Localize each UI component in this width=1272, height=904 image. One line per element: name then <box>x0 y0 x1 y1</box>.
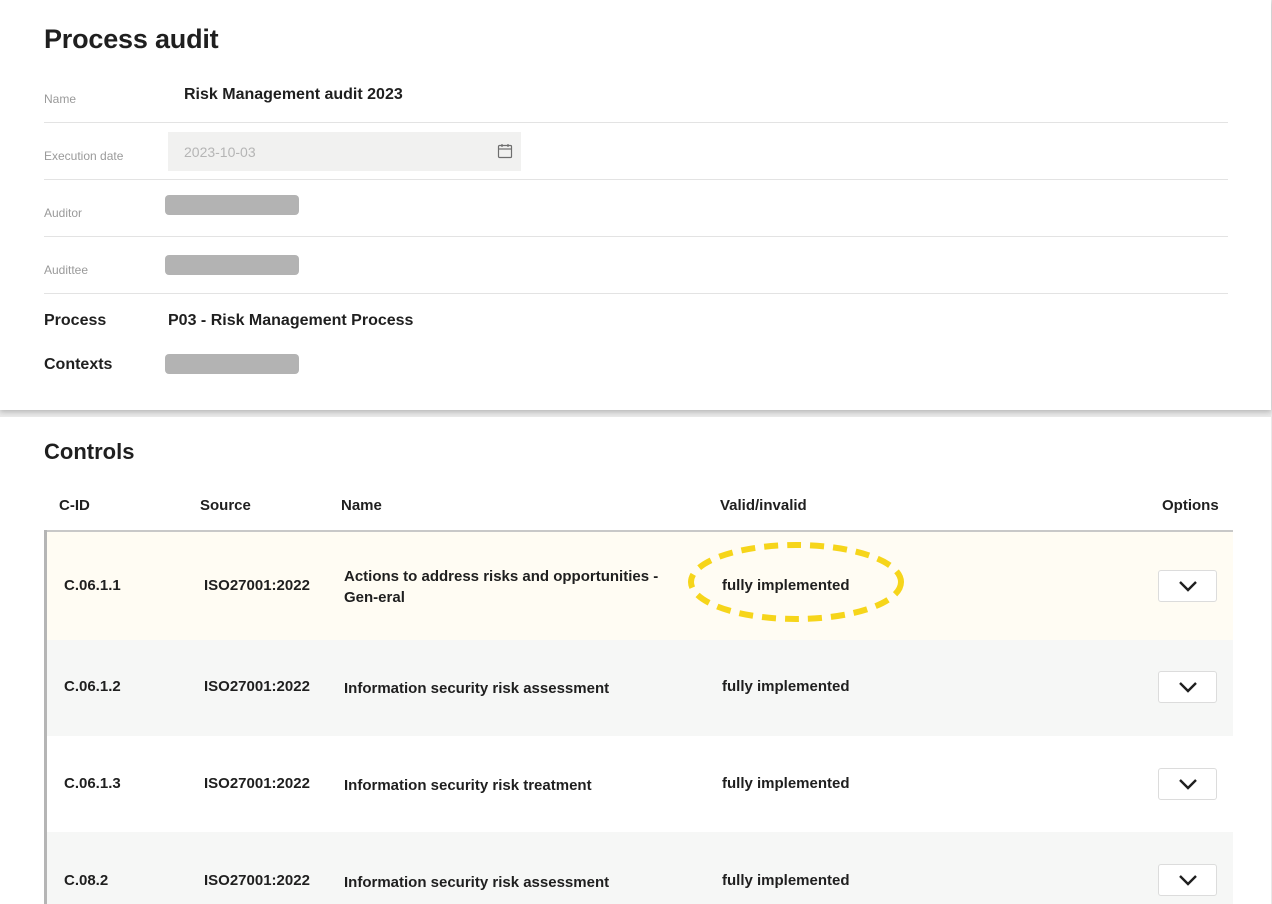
controls-card: Controls C-ID Source Name Valid/invalid … <box>0 417 1271 904</box>
row-source: ISO27001:2022 <box>204 872 310 889</box>
row-valid-status: fully implemented <box>722 872 850 889</box>
field-row-name: Name Risk Management audit 2023 <box>44 66 1228 123</box>
row-source: ISO27001:2022 <box>204 775 310 792</box>
contexts-label: Contexts <box>44 356 113 373</box>
table-left-border <box>44 530 47 904</box>
row-cid: C.08.2 <box>64 872 109 889</box>
row-source: ISO27001:2022 <box>204 678 310 695</box>
row-options-button[interactable] <box>1158 864 1217 896</box>
row-name: Information security risk assessment <box>344 680 610 697</box>
column-header-name: Name <box>341 497 382 514</box>
column-header-options: Options <box>1162 497 1219 514</box>
row-options-button[interactable] <box>1158 671 1217 703</box>
row-name: Actions to address risks and opportuniti… <box>344 568 659 606</box>
chevron-down-icon <box>1179 682 1197 693</box>
process-label: Process <box>44 312 107 329</box>
chevron-down-icon <box>1179 779 1197 790</box>
table-row[interactable]: C.06.1.1 ISO27001:2022 Actions to addres… <box>47 532 1233 640</box>
process-audit-card: Process audit Name Risk Management audit… <box>0 0 1271 410</box>
row-valid-status: fully implemented <box>722 577 850 594</box>
page-title: Process audit <box>44 24 219 54</box>
row-cid: C.06.1.2 <box>64 678 121 695</box>
column-header-valid: Valid/invalid <box>720 497 807 514</box>
table-row[interactable]: C.08.2 ISO27001:2022 Information securit… <box>47 832 1233 904</box>
row-name: Information security risk treatment <box>344 777 592 794</box>
auditee-label: Audittee <box>44 263 89 277</box>
execution-date-value: 2023-10-03 <box>184 144 256 160</box>
table-row[interactable]: C.06.1.3 ISO27001:2022 Information secur… <box>47 736 1233 832</box>
auditor-label: Auditor <box>44 206 83 220</box>
row-options-button[interactable] <box>1158 768 1217 800</box>
row-name: Information security risk assessment <box>344 874 610 891</box>
row-cid: C.06.1.1 <box>64 577 121 594</box>
execution-date-label: Execution date <box>44 149 124 163</box>
column-header-cid: C-ID <box>59 497 90 514</box>
controls-title: Controls <box>44 439 135 464</box>
row-source: ISO27001:2022 <box>204 577 310 594</box>
chevron-down-icon <box>1179 875 1197 886</box>
column-header-source: Source <box>200 497 251 514</box>
row-options-button[interactable] <box>1158 570 1217 602</box>
name-label: Name <box>44 92 77 106</box>
calendar-icon[interactable] <box>497 143 513 159</box>
field-row-auditee: Audittee <box>44 237 1228 294</box>
auditor-redacted-value <box>165 195 299 215</box>
row-cid: C.06.1.3 <box>64 775 121 792</box>
row-valid-status: fully implemented <box>722 678 850 695</box>
process-value: P03 - Risk Management Process <box>168 312 414 329</box>
auditee-redacted-value <box>165 255 299 275</box>
field-row-auditor: Auditor <box>44 180 1228 237</box>
execution-date-input[interactable]: 2023-10-03 <box>168 132 521 171</box>
chevron-down-icon <box>1179 581 1197 592</box>
table-row[interactable]: C.06.1.2 ISO27001:2022 Information secur… <box>47 640 1233 736</box>
field-row-contexts: Contexts <box>44 338 1228 395</box>
name-value: Risk Management audit 2023 <box>184 86 403 103</box>
contexts-redacted-value <box>165 354 299 374</box>
row-valid-status: fully implemented <box>722 775 850 792</box>
